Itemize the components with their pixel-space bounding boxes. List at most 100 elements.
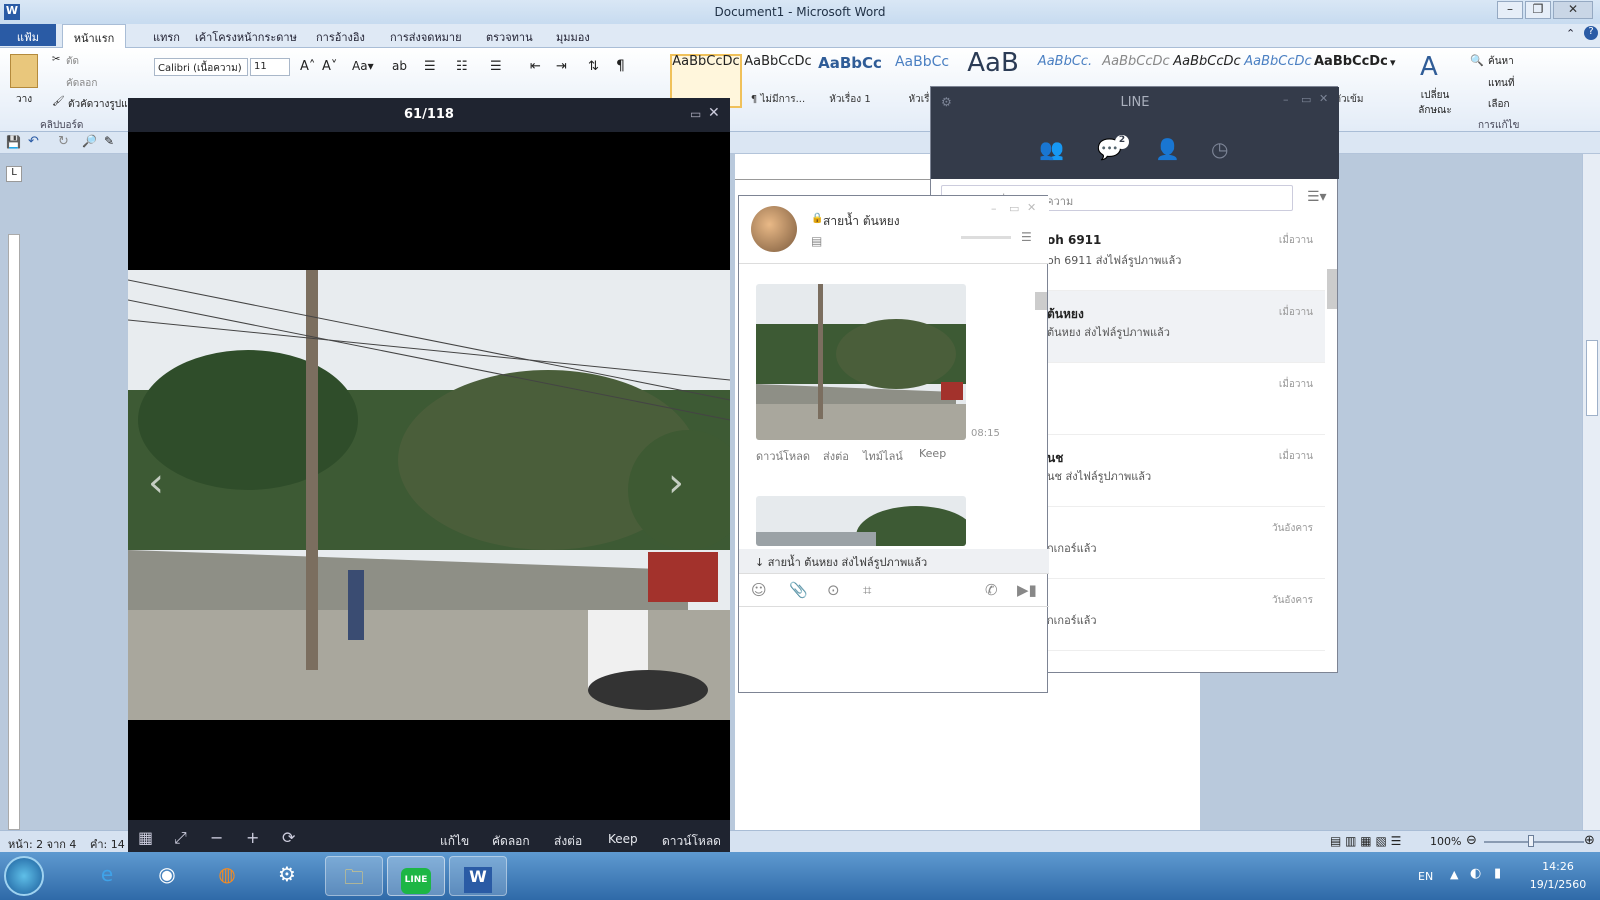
copy-label[interactable]: คัดลอก: [66, 76, 97, 91]
replace-label[interactable]: แทนที่: [1488, 76, 1514, 91]
rotate-icon[interactable]: ⟳: [282, 828, 295, 847]
multilevel-list-icon[interactable]: ☰: [490, 59, 502, 74]
paste-label[interactable]: วาง: [16, 92, 32, 107]
restore-button[interactable]: ❐: [1525, 1, 1551, 19]
bullets-icon[interactable]: ☰: [424, 59, 436, 74]
notes-icon[interactable]: ▤: [811, 234, 822, 248]
tab-layout[interactable]: เค้าโครงหน้ากระดาษ: [195, 28, 297, 46]
avatar[interactable]: [751, 206, 797, 252]
grid-view-icon[interactable]: ▦: [138, 828, 153, 847]
clock-date[interactable]: 19/1/2560: [1526, 878, 1590, 891]
app2-icon[interactable]: ⚙: [262, 856, 312, 896]
language-indicator[interactable]: EN: [1418, 870, 1433, 883]
zoom-slider-thumb[interactable]: [1528, 835, 1534, 847]
word-count[interactable]: คำ: 14: [90, 835, 125, 853]
next-photo-icon[interactable]: ›: [668, 460, 684, 506]
vertical-ruler[interactable]: [8, 234, 20, 830]
style-no-spacing[interactable]: AaBbCcDc ¶ ไม่มีการ...: [743, 54, 813, 105]
timeline-link[interactable]: ไทม์ไลน์: [863, 447, 903, 465]
zoom-in-icon[interactable]: ⊕: [1584, 833, 1595, 848]
zoom-slider[interactable]: [1484, 841, 1584, 843]
styles-more-icon[interactable]: ▾: [1390, 56, 1396, 69]
close-icon[interactable]: ✕: [1027, 201, 1036, 214]
chat-photo[interactable]: [756, 496, 966, 546]
clock-time[interactable]: 14:26: [1526, 860, 1590, 873]
chat-photo[interactable]: [756, 284, 966, 440]
change-styles-label[interactable]: เปลี่ยน ลักษณะ: [1410, 88, 1460, 118]
save-icon[interactable]: ⊙: [827, 581, 840, 599]
undo-icon[interactable]: ↶: [28, 134, 39, 149]
maximize-icon[interactable]: ▭: [1009, 202, 1019, 215]
fullscreen-icon[interactable]: ⤢: [174, 828, 187, 848]
tab-references[interactable]: การอ้างอิง: [316, 28, 365, 46]
zoom-level[interactable]: 100%: [1430, 835, 1461, 848]
tab-view[interactable]: มุมมอง: [556, 28, 590, 46]
firefox-icon[interactable]: ◍: [202, 856, 252, 896]
chat-menu-icon[interactable]: ☰▾: [1307, 189, 1327, 205]
close-button[interactable]: ✕: [1553, 1, 1593, 19]
friends-icon[interactable]: 👥: [1039, 137, 1064, 161]
chat-list-scrollbar[interactable]: [1327, 269, 1337, 309]
cut-icon[interactable]: ✂: [52, 54, 60, 65]
increase-indent-icon[interactable]: ⇥: [556, 59, 567, 74]
new-message-notice[interactable]: ↓ สายน้ำ ต้นหยง ส่งไฟล์รูปภาพแล้ว: [739, 549, 1049, 573]
numbering-icon[interactable]: ☷: [456, 59, 468, 74]
style-heading1[interactable]: AaBbCc หัวเรื่อง 1: [815, 54, 885, 105]
add-friend-icon[interactable]: 👤: [1155, 137, 1180, 161]
close-icon[interactable]: ✕: [708, 105, 720, 121]
zoom-out-icon[interactable]: ⊖: [1466, 833, 1477, 848]
maximize-icon[interactable]: ▭: [1301, 93, 1311, 106]
sort-icon[interactable]: ⇅: [588, 59, 599, 74]
prev-photo-icon[interactable]: ‹: [148, 460, 164, 506]
print-preview-icon[interactable]: 🔎: [82, 134, 97, 148]
tray-app-icon[interactable]: ◐: [1470, 866, 1481, 881]
style-normal[interactable]: AaBbCcDc: [671, 54, 741, 104]
forward-button[interactable]: ส่งต่อ: [554, 832, 582, 851]
copy-button[interactable]: คัดลอก: [492, 832, 530, 851]
show-marks-icon[interactable]: ¶: [616, 58, 625, 74]
change-styles-icon[interactable]: A: [1420, 52, 1438, 82]
tray-arrow-icon[interactable]: ▲: [1450, 868, 1458, 881]
minimize-icon[interactable]: –: [991, 202, 997, 215]
tab-insert[interactable]: แทรก: [153, 28, 180, 46]
vertical-scrollbar[interactable]: [1582, 154, 1600, 830]
zoom-in-icon[interactable]: +: [246, 828, 259, 847]
view-buttons-icon[interactable]: ▤ ▥ ▦ ▧ ☰: [1330, 834, 1401, 848]
maximize-icon[interactable]: ▭: [690, 107, 701, 121]
spelling-icon[interactable]: ✎: [104, 134, 114, 148]
message-input[interactable]: [739, 607, 1047, 692]
timeline-icon[interactable]: ◷: [1211, 137, 1228, 161]
clear-format-icon[interactable]: ab: [392, 59, 407, 73]
select-label[interactable]: เลือก: [1488, 97, 1510, 112]
call-icon[interactable]: ✆: [985, 581, 998, 599]
forward-link[interactable]: ส่งต่อ: [823, 447, 849, 465]
app-icon[interactable]: ◉: [142, 856, 192, 896]
line-taskbar-button[interactable]: LINE: [387, 856, 445, 896]
explorer-icon[interactable]: 🗀: [325, 856, 383, 896]
paste-icon[interactable]: [10, 54, 38, 88]
change-case-icon[interactable]: Aa▾: [352, 59, 374, 73]
keep-button[interactable]: Keep: [608, 832, 638, 846]
tab-selector-icon[interactable]: L: [6, 166, 22, 182]
word-taskbar-button[interactable]: W: [449, 856, 507, 896]
font-size-select[interactable]: 11: [250, 58, 290, 76]
start-button[interactable]: [4, 856, 44, 896]
format-painter-icon[interactable]: 🖌: [52, 96, 65, 107]
tab-mailings[interactable]: การส่งจดหมาย: [390, 28, 462, 46]
zoom-out-icon[interactable]: −: [210, 828, 223, 847]
ribbon-collapse-icon[interactable]: ⌃: [1566, 27, 1575, 40]
minimize-icon[interactable]: –: [1283, 93, 1289, 106]
font-name-select[interactable]: Calibri (เนื้อความ): [154, 58, 248, 76]
crop-icon[interactable]: ⌗: [863, 581, 871, 599]
page-count[interactable]: หน้า: 2 จาก 4: [8, 835, 76, 853]
opacity-slider[interactable]: [961, 236, 1011, 239]
chat-scrollbar[interactable]: [1035, 292, 1047, 310]
tab-review[interactable]: ตรวจทาน: [486, 28, 533, 46]
network-icon[interactable]: ▮: [1494, 866, 1501, 881]
download-link[interactable]: ดาวน์โหลด: [756, 447, 810, 465]
format-painter-label[interactable]: ตัวคัดวางรูปแ: [68, 97, 128, 112]
emoji-icon[interactable]: ☺: [751, 581, 767, 599]
save-icon[interactable]: 💾: [6, 135, 21, 149]
cut-label[interactable]: ตัด: [66, 54, 79, 69]
scrollbar-thumb[interactable]: [1586, 340, 1598, 416]
